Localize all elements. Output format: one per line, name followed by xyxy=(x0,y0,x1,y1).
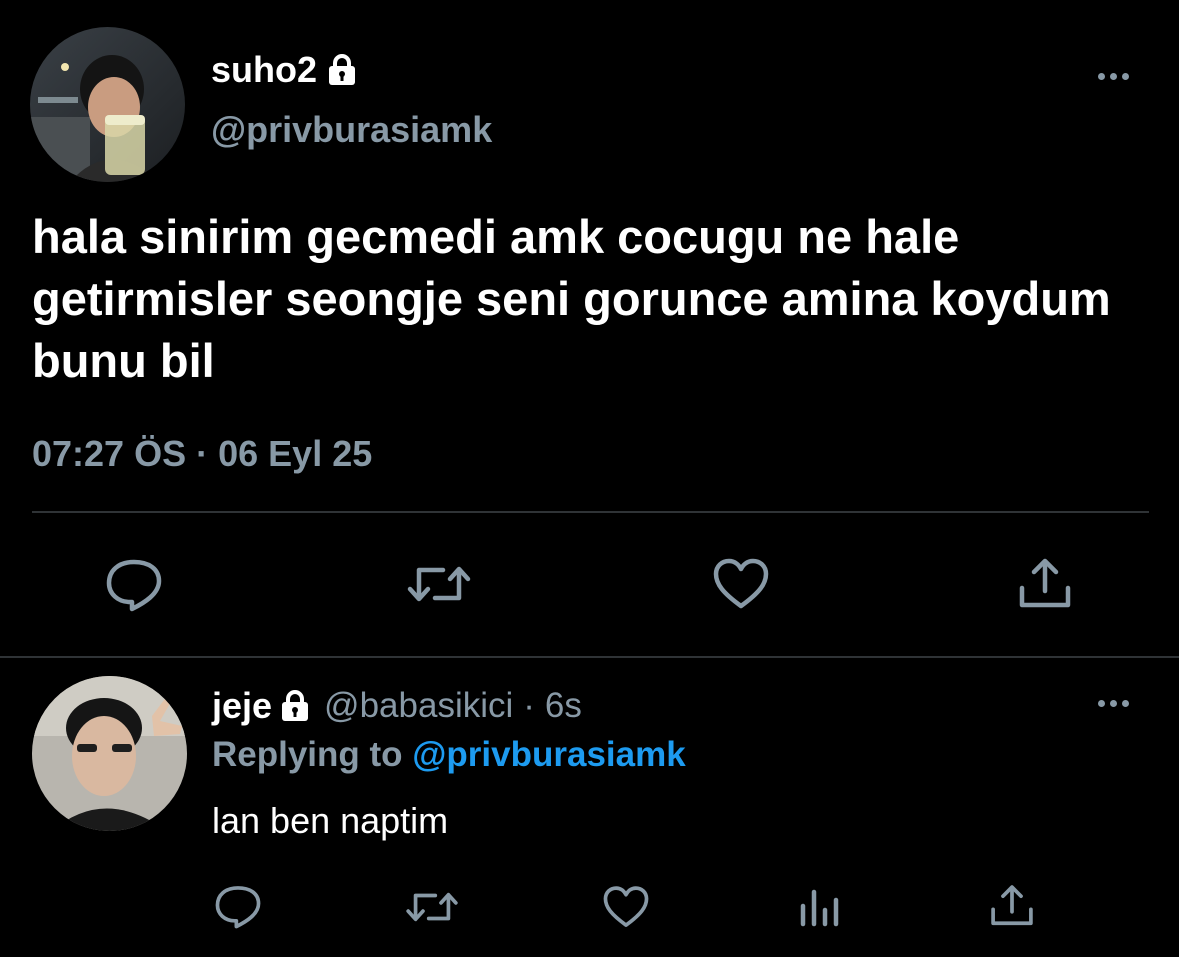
analytics-icon[interactable] xyxy=(797,884,841,930)
reply-icon[interactable] xyxy=(104,556,164,612)
divider xyxy=(32,511,1149,513)
replying-to: Replying to @privburasiamk xyxy=(212,733,686,777)
like-icon[interactable] xyxy=(711,556,771,612)
author-handle[interactable]: @privburasiamk xyxy=(211,108,492,152)
tweet-date: 06 Eyl 25 xyxy=(218,433,373,474)
tweet-timestamp[interactable]: 07:27 ÖS · 06 Eyl 25 xyxy=(32,432,372,476)
author-display-name[interactable]: suho2 xyxy=(211,48,317,92)
divider xyxy=(0,656,1179,658)
reply-icon[interactable] xyxy=(213,883,263,929)
retweet-icon[interactable] xyxy=(405,556,473,612)
reply-handle[interactable]: @babasikici xyxy=(324,684,513,728)
meta-separator: · xyxy=(523,686,535,725)
share-icon[interactable] xyxy=(987,883,1037,929)
tweet-time: 07:27 ÖS xyxy=(32,433,187,474)
reply-text: lan ben naptim xyxy=(212,800,449,841)
replying-prefix: Replying to xyxy=(212,735,403,774)
lock-icon xyxy=(278,689,312,723)
more-options-icon[interactable] xyxy=(1098,693,1129,713)
author-name-row: suho2 xyxy=(211,48,359,92)
lock-icon xyxy=(325,53,359,87)
author-avatar[interactable] xyxy=(30,27,185,182)
like-icon[interactable] xyxy=(601,884,651,930)
reply-display-name[interactable]: jeje xyxy=(212,684,272,728)
retweet-icon[interactable] xyxy=(403,884,461,930)
meta-separator: · xyxy=(196,433,209,474)
reply-name-row: jeje @babasikici · 6s xyxy=(212,684,582,728)
replying-to-handle-link[interactable]: @privburasiamk xyxy=(412,735,685,774)
share-icon[interactable] xyxy=(1015,556,1075,612)
more-options-icon[interactable] xyxy=(1098,66,1129,86)
tweet-text: hala sinirim gecmedi amk cocugu ne hale … xyxy=(32,210,1111,387)
reply-author-avatar[interactable] xyxy=(32,676,187,831)
reply-age[interactable]: 6s xyxy=(545,684,582,728)
